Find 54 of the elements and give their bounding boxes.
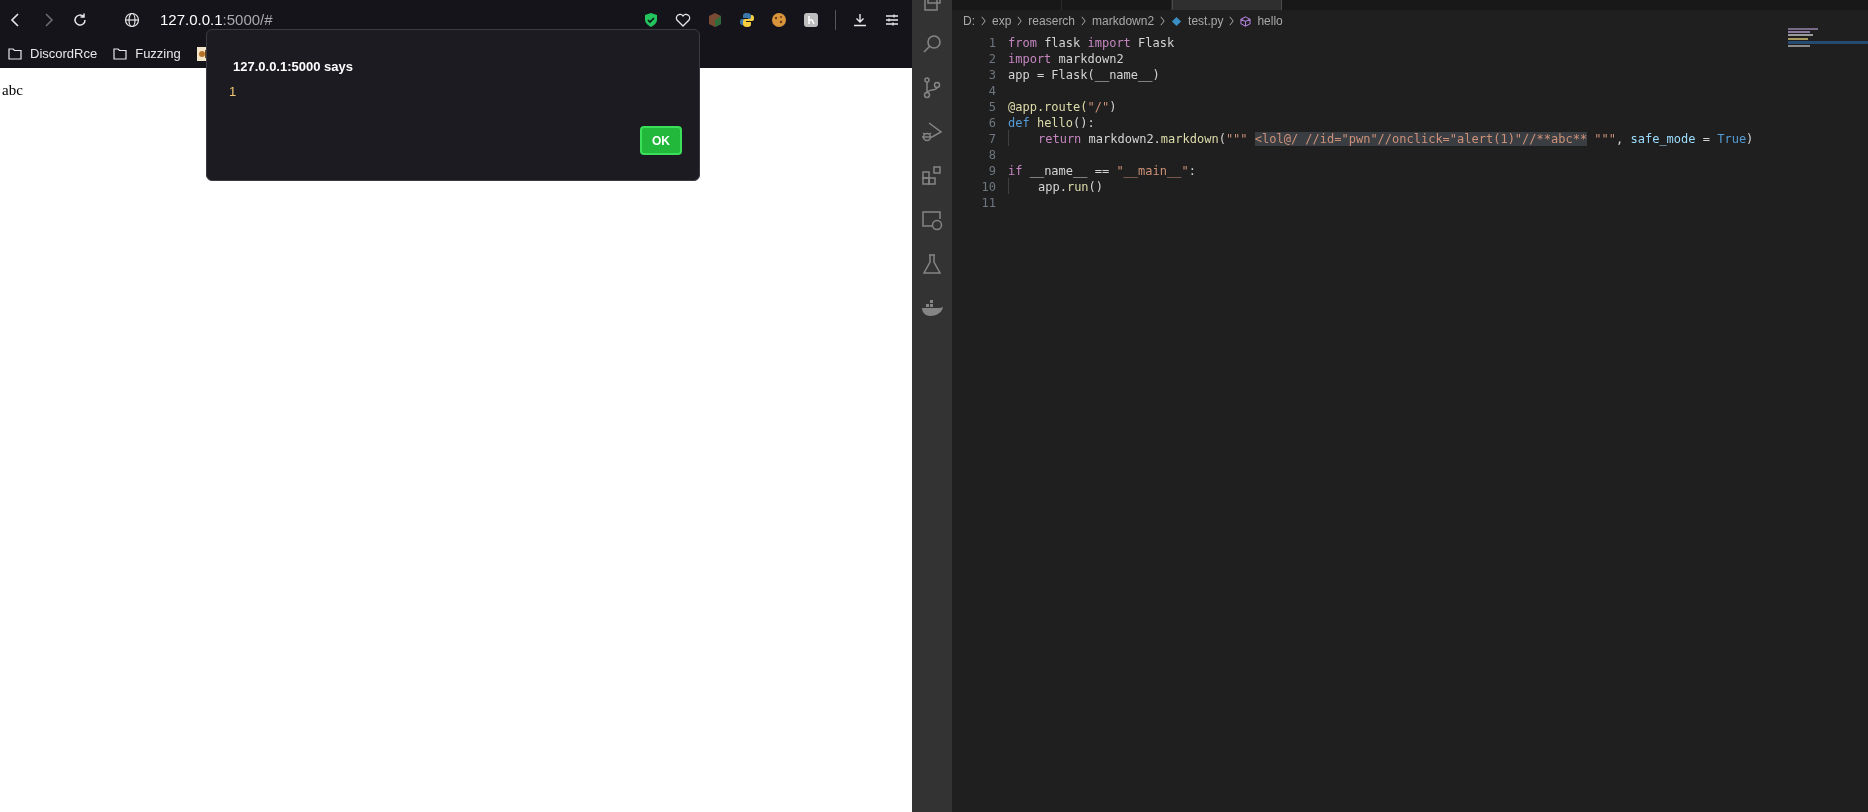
bookmark-link[interactable]: Fuzzing bbox=[135, 44, 181, 64]
python-file-icon bbox=[1171, 15, 1183, 27]
remote-explorer-icon[interactable] bbox=[920, 208, 944, 232]
settings-icon[interactable] bbox=[884, 12, 900, 28]
line-number: 7 bbox=[987, 131, 996, 148]
chevron-icon bbox=[1080, 16, 1088, 26]
line-number: 4 bbox=[987, 83, 996, 100]
line-number: 2 bbox=[987, 51, 996, 68]
breadcrumb-item[interactable]: exp bbox=[992, 12, 1012, 30]
chevron-icon bbox=[1159, 16, 1167, 26]
code-line: def hello(): bbox=[1008, 115, 1095, 132]
folder-icon bbox=[8, 48, 22, 60]
address-field[interactable]: 127.0.0.1:5000/# bbox=[160, 8, 273, 32]
code-line: import markdown2 bbox=[1008, 51, 1124, 68]
cookie-icon[interactable] bbox=[771, 12, 787, 28]
breadcrumb-item[interactable]: test.py bbox=[1188, 12, 1224, 30]
heart-icon[interactable] bbox=[675, 12, 691, 28]
code-line: return markdown2.markdown(""" <lol@/ //id="pwn"//onclick="alert(1)"//**abc** """, safe_mode = True) bbox=[1038, 131, 1754, 148]
reload-icon[interactable] bbox=[72, 12, 88, 28]
dialog-title: 127.0.0.1:5000 says bbox=[233, 58, 353, 76]
line-number: 3 bbox=[987, 67, 996, 84]
line-number: 9 bbox=[987, 163, 996, 180]
run-debug-icon[interactable] bbox=[920, 120, 944, 144]
breadcrumb-item[interactable]: markdown2 bbox=[1092, 12, 1155, 30]
code-line: app.run() bbox=[1038, 179, 1104, 196]
chevron-icon bbox=[980, 16, 987, 26]
breadcrumb-item[interactable]: reaserch bbox=[1028, 12, 1076, 30]
extensions-icon[interactable] bbox=[920, 164, 944, 188]
page-text: abc bbox=[2, 82, 23, 98]
download-icon[interactable] bbox=[852, 12, 868, 28]
code-line: app = Flask(__name__) bbox=[1008, 67, 1160, 84]
breadcrumb-item[interactable]: D: bbox=[963, 12, 975, 30]
line-number: 11 bbox=[980, 195, 996, 212]
breadcrumb-item[interactable]: hello bbox=[1257, 12, 1283, 30]
cube-icon bbox=[1240, 15, 1252, 27]
folder-icon bbox=[113, 48, 128, 60]
flask-icon[interactable] bbox=[920, 252, 944, 276]
cube-icon[interactable] bbox=[707, 12, 723, 28]
line-number: 8 bbox=[987, 147, 996, 164]
extension-icon[interactable] bbox=[803, 12, 819, 28]
python-icon[interactable] bbox=[739, 12, 755, 28]
line-number: 1 bbox=[987, 35, 996, 52]
line-number: 10 bbox=[980, 179, 996, 196]
dialog-message: 1 bbox=[229, 83, 237, 101]
chevron-icon bbox=[1016, 16, 1024, 26]
line-number: 6 bbox=[987, 115, 996, 132]
bookmark-link[interactable]: DiscordRce bbox=[30, 44, 98, 64]
code-line: @app.route("/") bbox=[1008, 99, 1117, 116]
globe-icon bbox=[124, 12, 140, 28]
code-line: from flask import Flask bbox=[1008, 35, 1175, 52]
code-line: if __name__ == "__main__": bbox=[1008, 163, 1196, 180]
line-number: 5 bbox=[987, 99, 996, 116]
chevron-icon bbox=[1228, 16, 1236, 26]
shield-icon[interactable] bbox=[643, 12, 659, 28]
